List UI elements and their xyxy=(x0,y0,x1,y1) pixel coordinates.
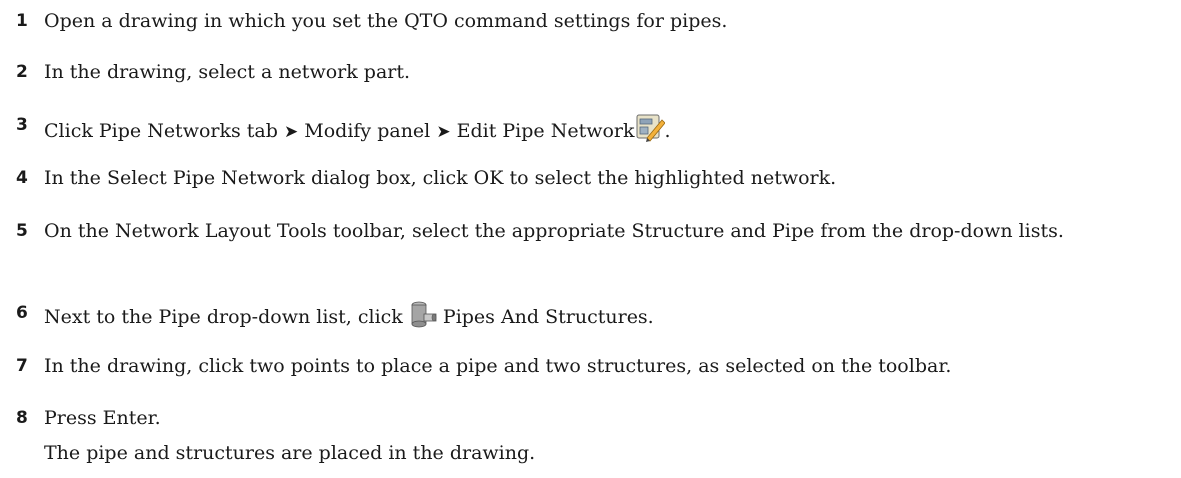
step-text: On the Network Layout Tools toolbar, sel… xyxy=(44,220,1064,242)
step-number: 3 xyxy=(16,115,28,135)
step-text-part: Modify panel xyxy=(304,120,431,142)
step-number: 8 xyxy=(16,408,28,428)
procedure-steps: 1 Open a drawing in which you set the QT… xyxy=(0,0,1181,478)
step-text: Next to the Pipe drop-down list, click P… xyxy=(44,300,1161,336)
step-number: 6 xyxy=(16,303,28,323)
step-number: 2 xyxy=(16,62,28,82)
edit-pipe-network-icon xyxy=(635,112,666,150)
menu-arrow-icon: ➤ xyxy=(283,122,299,142)
step-text: Press Enter. xyxy=(44,407,161,429)
step-text: Click Pipe Networks tab ➤ Modify panel ➤… xyxy=(44,112,1161,150)
step-text: In the drawing, select a network part. xyxy=(44,61,411,83)
step-text: In the Select Pipe Network dialog box, c… xyxy=(44,167,837,189)
step-text-part: Next to the Pipe drop-down list, click xyxy=(44,306,403,328)
step-number: 4 xyxy=(16,168,28,188)
step-number: 5 xyxy=(16,221,28,241)
step-result: The pipe and structures are placed in th… xyxy=(44,442,536,464)
pipes-and-structures-icon xyxy=(409,300,437,336)
step-text-part: . xyxy=(664,120,671,142)
step-text-part: Pipes And Structures. xyxy=(442,306,654,328)
menu-arrow-icon: ➤ xyxy=(436,122,451,142)
step-text-part: Edit Pipe Network xyxy=(456,120,635,142)
step-text: In the drawing, click two points to plac… xyxy=(44,355,952,377)
step-text-part: Click Pipe Networks tab xyxy=(44,120,278,142)
step-number: 1 xyxy=(16,11,28,31)
step-number: 7 xyxy=(16,356,28,376)
step-text: Open a drawing in which you set the QTO … xyxy=(44,10,728,32)
